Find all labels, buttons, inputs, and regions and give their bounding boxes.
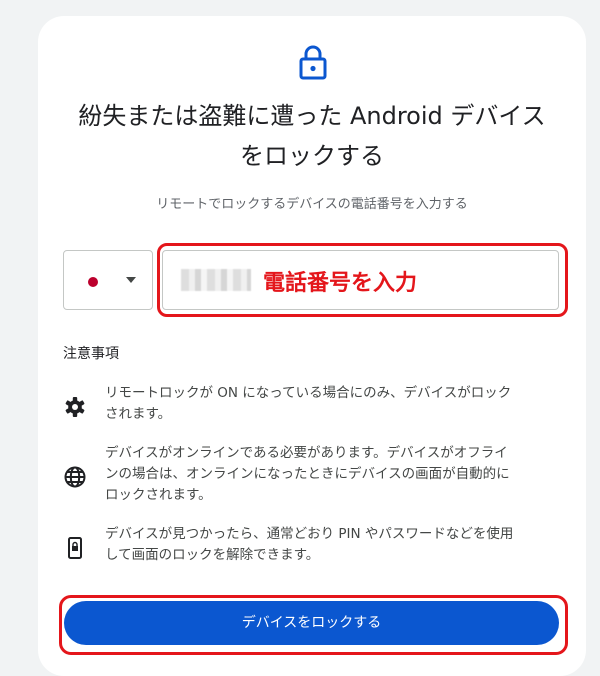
note-line: デバイスがオンラインである必要があります。デバイスがオフライ (105, 445, 508, 461)
dropdown-caret-icon (126, 277, 136, 283)
note-text: リモートロックが ON になっている場合にのみ、デバイスがロック されます。 (105, 383, 557, 425)
note-line: リモートロックが ON になっている場合にのみ、デバイスがロック (105, 385, 512, 401)
note-text: デバイスがオンラインである必要があります。デバイスがオフライ ンの場合は、オンラ… (105, 443, 557, 506)
note-line: デバイスが見つかったら、通常どおり PIN やパスワードなどを使用 (105, 526, 514, 542)
note-text: デバイスが見つかったら、通常どおり PIN やパスワードなどを使用 して画面のロ… (105, 524, 557, 566)
globe-icon (64, 466, 86, 488)
redacted-phone-value (181, 269, 251, 291)
page-title-line1: 紛失または盗難に遭った Android デバイス (78, 102, 546, 130)
gear-icon (65, 397, 85, 417)
page-subtitle: リモートでロックするデバイスの電話番号を入力する (156, 197, 468, 212)
page-title: 紛失または盗難に遭った Android デバイス をロックする (38, 96, 586, 176)
note-line: されます。 (105, 406, 172, 422)
phone-annotation: 電話番号を入力 (263, 271, 418, 296)
lock-device-button[interactable]: デバイスをロックする (64, 601, 559, 645)
jp-flag-icon (88, 277, 98, 287)
phone-lock-icon (68, 537, 82, 559)
lock-icon (299, 45, 327, 80)
phone-number-input[interactable]: 電話番号を入力 (162, 250, 559, 310)
country-code-select[interactable] (63, 250, 153, 310)
note-line: ロックされます。 (105, 487, 212, 503)
notes-heading: 注意事項 (63, 346, 119, 362)
note-line: ンの場合は、オンラインになったときにデバイスの画面が自動的に (105, 466, 510, 482)
note-line: して画面のロックを解除できます。 (105, 547, 320, 563)
page-title-line2: をロックする (240, 142, 384, 170)
